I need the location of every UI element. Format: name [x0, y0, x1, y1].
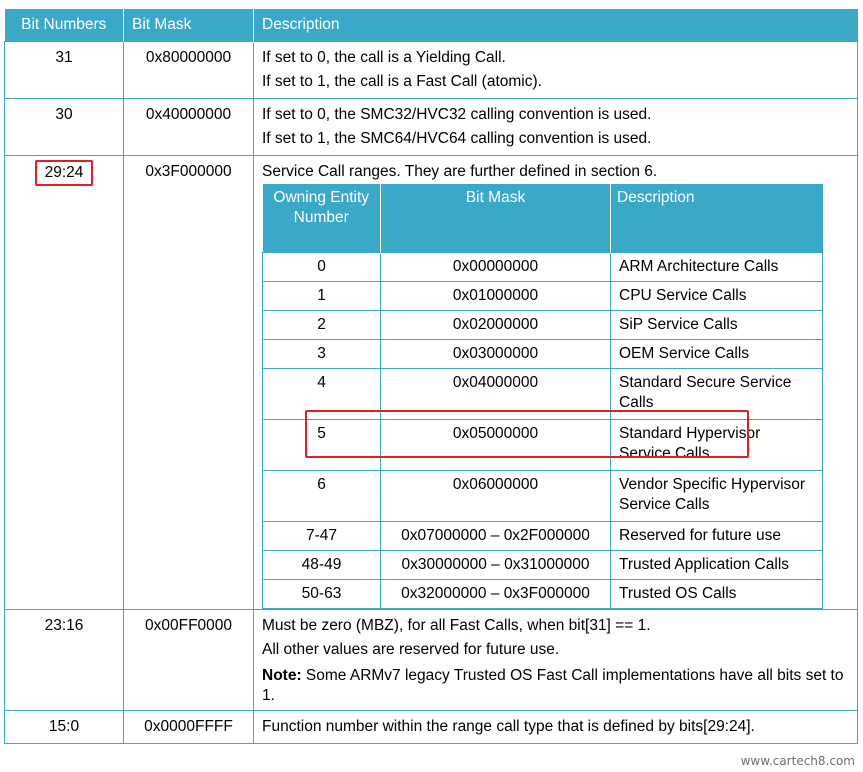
inner-row: 4 0x04000000 Standard Secure Service Cal…: [262, 368, 823, 420]
entity-mask-cell: 0x30000000 – 0x31000000: [380, 550, 611, 580]
header-description: Description: [253, 9, 858, 42]
entity-description-cell: ARM Architecture Calls: [610, 252, 823, 282]
mask-cell: 0x40000000: [123, 98, 254, 156]
entity-description-cell: Trusted Application Calls: [610, 550, 823, 580]
inner-row: 5 0x05000000 Standard Hypervisor Service…: [262, 419, 823, 471]
entity-mask-cell: 0x01000000: [380, 281, 611, 311]
inner-row: 50-63 0x32000000 – 0x3F000000 Trusted OS…: [262, 579, 823, 609]
entity-number-cell: 6: [262, 470, 381, 522]
entity-number-cell: 2: [262, 310, 381, 340]
description-line: Must be zero (MBZ), for all Fast Calls, …: [262, 617, 651, 634]
inner-row: 0 0x00000000 ARM Architecture Calls: [262, 252, 823, 282]
table-row: 23:16 0x00FF0000 Must be zero (MBZ), for…: [4, 609, 858, 711]
watermark: www.cartech8.com: [740, 754, 855, 768]
header-row: Bit Numbers Bit Mask Description: [4, 9, 858, 42]
entity-mask-cell: 0x06000000: [380, 470, 611, 522]
inner-row: 2 0x02000000 SiP Service Calls: [262, 310, 823, 340]
description-line: All other values are reserved for future…: [262, 641, 560, 658]
entity-description-cell: SiP Service Calls: [610, 310, 823, 340]
entity-description-cell: OEM Service Calls: [610, 339, 823, 369]
entity-description-cell: Trusted OS Calls: [610, 579, 823, 609]
inner-header-bit-mask: Bit Mask: [380, 184, 611, 253]
entity-number-cell: 0: [262, 252, 381, 282]
entity-description-cell: Vendor Specific Hypervisor Service Calls: [610, 470, 823, 522]
table-row: 30 0x40000000 If set to 0, the SMC32/HVC…: [4, 98, 858, 156]
entity-mask-cell: 0x07000000 – 0x2F000000: [380, 521, 611, 551]
header-bit-numbers: Bit Numbers: [4, 9, 124, 42]
entity-number-cell: 3: [262, 339, 381, 369]
bits-cell: 15:0: [4, 710, 124, 744]
table-row: 15:0 0x0000FFFF Function number within t…: [4, 710, 858, 744]
inner-header-row: Owning Entity Number Bit Mask Descriptio…: [262, 184, 823, 253]
description-cell: Service Call ranges. They are further de…: [253, 155, 858, 610]
entity-mask-cell: 0x02000000: [380, 310, 611, 340]
inner-row: 3 0x03000000 OEM Service Calls: [262, 339, 823, 369]
entity-mask-cell: 0x00000000: [380, 252, 611, 282]
description-line: Service Call ranges. They are further de…: [262, 163, 658, 180]
entity-mask-cell: 0x32000000 – 0x3F000000: [380, 579, 611, 609]
description-cell: Function number within the range call ty…: [253, 710, 858, 744]
mask-cell: 0x0000FFFF: [123, 710, 254, 744]
inner-row: 48-49 0x30000000 – 0x31000000 Trusted Ap…: [262, 550, 823, 580]
mask-cell: 0x80000000: [123, 41, 254, 99]
entity-description-cell: CPU Service Calls: [610, 281, 823, 311]
highlight-box-bits: 29:24: [34, 160, 94, 186]
service-call-ranges-wrapper: Owning Entity Number Bit Mask Descriptio…: [262, 184, 849, 609]
table-row: 31 0x80000000 If set to 0, the call is a…: [4, 41, 858, 99]
inner-row: 7-47 0x07000000 – 0x2F000000 Reserved fo…: [262, 521, 823, 551]
mask-cell: 0x00FF0000: [123, 609, 254, 711]
header-bit-mask: Bit Mask: [123, 9, 254, 42]
entity-number-cell: 1: [262, 281, 381, 311]
entity-number-cell: 4: [262, 368, 381, 420]
description-cell: If set to 0, the call is a Yielding Call…: [253, 41, 858, 99]
entity-mask-cell: 0x03000000: [380, 339, 611, 369]
entity-description-cell: Reserved for future use: [610, 521, 823, 551]
entity-number-cell: 7-47: [262, 521, 381, 551]
entity-description-cell: Standard Hypervisor Service Calls: [610, 419, 823, 471]
inner-row: 6 0x06000000 Vendor Specific Hypervisor …: [262, 470, 823, 522]
inner-header-owning-entity: Owning Entity Number: [262, 184, 381, 253]
entity-number-cell: 48-49: [262, 550, 381, 580]
bits-cell: 30: [4, 98, 124, 156]
page: Bit Numbers Bit Mask Description 31 0x80…: [4, 9, 858, 744]
inner-row: 1 0x01000000 CPU Service Calls: [262, 281, 823, 311]
entity-description-cell: Standard Secure Service Calls: [610, 368, 823, 420]
mask-cell: 0x3F000000: [123, 155, 254, 610]
smc-function-id-table: Bit Numbers Bit Mask Description 31 0x80…: [4, 9, 858, 744]
description-line: If set to 0, the call is a Yielding Call…: [262, 49, 506, 66]
entity-number-cell: 50-63: [262, 579, 381, 609]
table-row: 29:24 0x3F000000 Service Call ranges. Th…: [4, 155, 858, 610]
entity-mask-cell: 0x05000000: [380, 419, 611, 471]
description-line: If set to 0, the SMC32/HVC32 calling con…: [262, 106, 652, 123]
description-line: If set to 1, the call is a Fast Call (at…: [262, 73, 542, 90]
service-call-ranges-table: Owning Entity Number Bit Mask Descriptio…: [262, 184, 823, 609]
inner-header-description: Description: [610, 184, 823, 253]
note-line: Note: Some ARMv7 legacy Trusted OS Fast …: [262, 666, 849, 706]
description-line: Function number within the range call ty…: [262, 718, 755, 735]
entity-mask-cell: 0x04000000: [380, 368, 611, 420]
description-line: If set to 1, the SMC64/HVC64 calling con…: [262, 130, 652, 147]
entity-number-cell: 5: [262, 419, 381, 471]
bits-cell: 29:24: [4, 155, 124, 610]
note-label: Note:: [262, 667, 302, 684]
note-text: Some ARMv7 legacy Trusted OS Fast Call i…: [262, 667, 844, 704]
description-cell: If set to 0, the SMC32/HVC32 calling con…: [253, 98, 858, 156]
bits-cell: 31: [4, 41, 124, 99]
description-cell: Must be zero (MBZ), for all Fast Calls, …: [253, 609, 858, 711]
bits-cell: 23:16: [4, 609, 124, 711]
